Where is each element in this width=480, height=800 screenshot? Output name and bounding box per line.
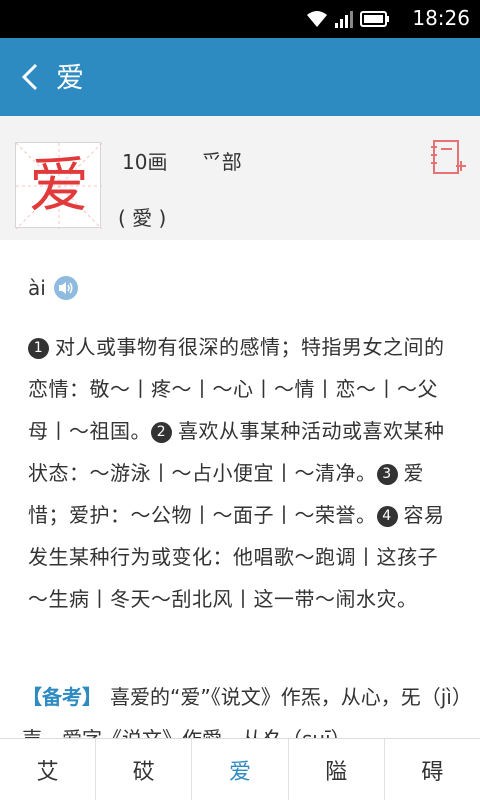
character-meta: 10画 爫部 xyxy=(122,146,270,175)
definition-number: 2 xyxy=(151,422,172,443)
character-box: 爱 xyxy=(15,142,102,229)
note-label: 【备考】 xyxy=(22,685,102,709)
page-title: 爱 xyxy=(56,61,85,94)
pinyin-row: ài xyxy=(28,276,78,300)
status-icons xyxy=(306,8,390,30)
radical: 爫部 xyxy=(201,150,242,174)
neighbor-tab[interactable]: 砹 xyxy=(96,739,193,800)
neighbor-tab[interactable]: 碍 xyxy=(385,739,480,800)
status-bar: 18:26 xyxy=(0,0,480,38)
speaker-button[interactable] xyxy=(53,276,78,300)
status-time: 18:26 xyxy=(412,6,470,30)
pinyin-text: ài xyxy=(28,276,46,300)
app-bar: 爱 xyxy=(0,38,480,116)
definition-number: 3 xyxy=(376,464,398,485)
definition-content[interactable]: ài 1 对人或事物有很深的感情；特指男女之间的恋情：敬～丨疼～丨～心丨～情丨恋～… xyxy=(0,240,480,738)
stroke-count: 10画 xyxy=(122,150,168,174)
note-section: 【备考】喜爱的“爱”《说文》作炁，从心，旡（jì）声。爱字《说文》作愛，从夊（s… xyxy=(22,676,462,738)
speaker-icon xyxy=(58,282,73,294)
signal-icon xyxy=(335,11,353,28)
add-to-notebook-button[interactable] xyxy=(428,138,468,178)
battery-icon xyxy=(360,11,389,27)
neighbor-tab-active[interactable]: 爱 xyxy=(192,739,289,800)
neighbor-character-bar: 艾 砹 爱 隘 碍 xyxy=(0,738,480,800)
definitions: 1 对人或事物有很深的感情；特指男女之间的恋情：敬～丨疼～丨～心丨～情丨恋～丨～父… xyxy=(28,326,454,620)
chevron-left-icon xyxy=(21,63,38,91)
neighbor-tab[interactable]: 艾 xyxy=(0,739,97,800)
notebook-add-icon xyxy=(431,140,466,174)
wifi-icon xyxy=(307,11,327,27)
definition-number: 4 xyxy=(376,506,398,527)
back-button[interactable] xyxy=(12,58,48,96)
character-header: 爱 10画 爫部 ( 愛 ) xyxy=(0,116,480,240)
traditional-form: ( 愛 ) xyxy=(118,206,167,230)
definition-number: 1 xyxy=(28,338,49,359)
neighbor-tab[interactable]: 隘 xyxy=(289,739,385,800)
character-glyph: 爱 xyxy=(29,151,89,221)
